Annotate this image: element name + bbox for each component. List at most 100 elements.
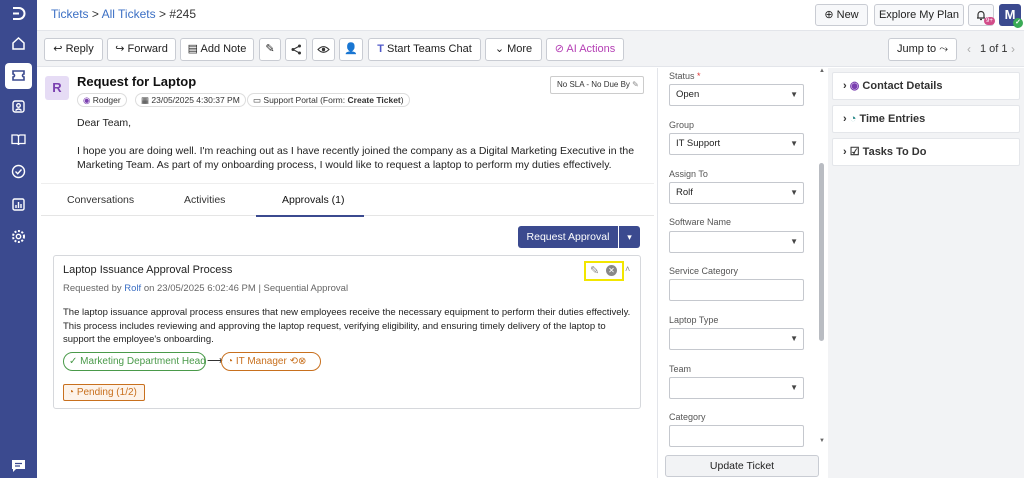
request-approval-button[interactable]: Request Approval — [518, 226, 618, 248]
clock-icon: ◔ — [849, 113, 857, 125]
scrollbar-track[interactable]: ▲ ▼ — [819, 68, 825, 446]
contact-icon: ◉ — [849, 80, 860, 92]
software-name-select[interactable]: ▼ — [669, 231, 804, 253]
knowledge-base-icon[interactable] — [10, 131, 27, 148]
contacts-icon[interactable] — [10, 98, 27, 115]
notification-badge: 9+ — [984, 17, 995, 25]
category-input[interactable] — [669, 425, 804, 447]
verified-icon: ✓ — [1013, 18, 1023, 28]
edit-approval-icon[interactable]: ✎ — [590, 264, 599, 277]
assign-to-select[interactable]: Rolf ▼ — [669, 182, 804, 204]
service-category-label: Service Category — [669, 266, 739, 276]
user-plus-icon: 👤 — [344, 43, 358, 55]
reply-button[interactable]: ↩ Reply — [44, 38, 103, 61]
tab-activities[interactable]: Activities — [184, 194, 225, 206]
approval-card: Laptop Issuance Approval Process ✎ ✕ ˄ R… — [53, 255, 641, 409]
tickets-icon[interactable] — [5, 63, 32, 89]
update-ticket-button[interactable]: Update Ticket — [665, 455, 819, 477]
logo-icon[interactable] — [10, 5, 27, 22]
scroll-down-arrow[interactable]: ▼ — [819, 438, 825, 444]
tab-conversations[interactable]: Conversations — [67, 194, 134, 206]
laptop-type-label: Laptop Type — [669, 315, 719, 325]
left-nav-rail — [0, 0, 37, 478]
pencil-icon: ✎ — [265, 43, 275, 55]
approval-description: The laptop issuance approval process ens… — [63, 307, 631, 345]
breadcrumb-all-tickets[interactable]: All Tickets — [102, 7, 156, 21]
user-icon: ◉ — [83, 95, 91, 105]
approval-step-approved[interactable]: ✓ Marketing Department Head — [63, 352, 206, 371]
eye-icon — [317, 46, 330, 53]
home-icon[interactable] — [10, 35, 27, 52]
share-button[interactable] — [285, 38, 307, 61]
approval-requester-link[interactable]: Rolf — [124, 283, 141, 294]
note-icon: ▤ — [187, 43, 199, 55]
status-select[interactable]: Open ▼ — [669, 84, 804, 106]
notifications-button[interactable]: 9+ — [968, 4, 995, 26]
approval-step-pending[interactable]: ◔ IT Manager ⟲⊗ — [221, 352, 321, 371]
approval-status-badge: ◔ Pending (1/2) — [63, 384, 145, 401]
approval-title: Laptop Issuance Approval Process — [63, 264, 233, 276]
scroll-up-arrow[interactable]: ▲ — [819, 68, 825, 74]
approval-meta: Requested by Rolf on 23/05/2025 6:02:46 … — [63, 283, 349, 294]
next-page-icon[interactable]: › — [1011, 42, 1015, 56]
ai-icon: ⊘ — [554, 43, 564, 55]
sla-badge[interactable]: No SLA - No Due By ✎ — [550, 76, 644, 94]
chevron-right-icon: › — [843, 80, 847, 92]
chevron-down-icon: ▼ — [790, 188, 798, 197]
message-greeting: Dear Team, — [77, 117, 132, 129]
add-note-button[interactable]: ▤ Add Note — [180, 38, 254, 61]
team-label: Team — [669, 364, 692, 374]
group-label: Group — [669, 120, 695, 130]
edit-button[interactable]: ✎ — [259, 38, 281, 61]
chevron-down-icon: ▼ — [790, 139, 798, 148]
tab-approvals[interactable]: Approvals (1) — [256, 184, 364, 217]
tasks-icon[interactable] — [10, 163, 27, 180]
chevron-down-icon: ▼ — [790, 237, 798, 246]
laptop-type-select[interactable]: ▼ — [669, 328, 804, 350]
chevron-down-icon: ▼ — [790, 90, 798, 99]
share-icon — [291, 44, 301, 55]
message-body: I hope you are doing well. I'm reaching … — [77, 145, 635, 171]
scrollbar-thumb[interactable] — [819, 163, 824, 341]
reply-icon: ↩ — [53, 43, 63, 55]
breadcrumb-ticket-id: #245 — [169, 7, 197, 21]
add-watcher-button[interactable]: 👤 — [339, 38, 363, 61]
plus-icon: ⊕ — [824, 9, 834, 21]
breadcrumb-tickets[interactable]: Tickets — [51, 7, 89, 21]
avatar[interactable]: M ✓ — [999, 4, 1023, 28]
chevron-right-icon: › — [843, 146, 847, 158]
ticket-title: Request for Laptop — [77, 74, 197, 89]
chevron-right-icon: › — [843, 113, 847, 125]
category-label: Category — [669, 412, 706, 422]
team-select[interactable]: ▼ — [669, 377, 804, 399]
explore-plan-button[interactable]: Explore My Plan — [874, 4, 964, 26]
clock-icon: ◔ — [68, 387, 75, 398]
contact-details-panel[interactable]: › ◉ Contact Details — [832, 72, 1020, 100]
prev-page-icon[interactable]: ‹ — [967, 42, 971, 56]
group-select[interactable]: IT Support ▼ — [669, 133, 804, 155]
remove-step-icon[interactable]: ⊗ — [298, 356, 306, 367]
forward-button[interactable]: ↪ Forward — [107, 38, 176, 61]
request-approval-dropdown[interactable]: ▾ — [619, 226, 640, 248]
portal-icon: ▭ — [253, 95, 262, 105]
chat-icon[interactable] — [10, 457, 27, 474]
requester-chip[interactable]: ◉ Rodger — [77, 93, 127, 107]
forward-icon: ↪ — [115, 43, 125, 55]
start-teams-chat-button[interactable]: T Start Teams Chat — [368, 38, 481, 61]
chevron-down-icon: ▾ — [627, 232, 632, 242]
watch-button[interactable] — [312, 38, 335, 61]
time-entries-panel[interactable]: › ◔ Time Entries — [832, 105, 1020, 133]
reports-icon[interactable] — [10, 196, 27, 213]
collapse-icon[interactable]: ˄ — [625, 264, 630, 274]
cancel-approval-icon[interactable]: ✕ — [606, 265, 617, 276]
checkbox-icon: ☑ — [849, 146, 860, 158]
tasks-to-do-panel[interactable]: › ☑ Tasks To Do — [832, 138, 1020, 166]
jump-to-button[interactable]: Jump to ⤳ — [888, 38, 957, 61]
settings-icon[interactable] — [10, 228, 27, 245]
reassign-icon[interactable]: ⟲ — [290, 356, 298, 367]
ai-actions-button[interactable]: ⊘ AI Actions — [546, 38, 624, 61]
chevron-down-icon: ▼ — [790, 334, 798, 343]
new-button[interactable]: ⊕ New — [815, 4, 868, 26]
service-category-input[interactable] — [669, 279, 804, 301]
more-button[interactable]: ⌄ More — [485, 38, 542, 61]
